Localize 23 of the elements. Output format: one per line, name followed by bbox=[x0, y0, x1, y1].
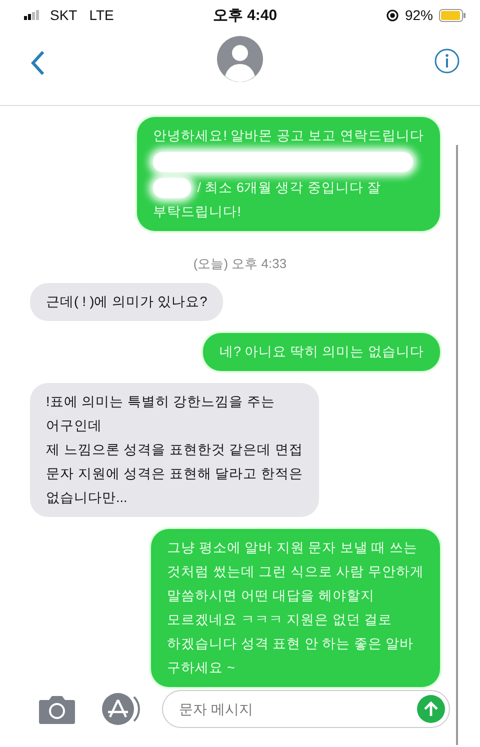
message-bubble: 네? 아니요 딱히 의미는 없습니다 bbox=[203, 333, 440, 371]
network-type: LTE bbox=[89, 7, 114, 23]
message-bubble: 근데( ! )에 의미가 있나요? bbox=[30, 283, 224, 321]
message-text: / 최소 6개월 생각 중입니다 잘 bbox=[197, 179, 382, 197]
send-button[interactable] bbox=[417, 695, 445, 723]
rotation-lock-icon bbox=[386, 8, 399, 22]
clock: 오후 4:40 bbox=[212, 6, 278, 24]
message-field[interactable]: 문자 메시지 bbox=[162, 690, 450, 728]
message-text: 안녕하세요! 알바몬 공고 보고 연락드립니다 bbox=[153, 127, 424, 145]
camera-icon[interactable] bbox=[38, 694, 76, 724]
up-arrow-icon bbox=[424, 701, 438, 717]
message-bubble: !표에 의미는 특별히 강한느낌을 주는 어구인데 제 느낌으론 성격을 표현한것 같은데 면접 문자 지원에 성격은 표현해 달라고 한적은 없습니다만... bbox=[30, 383, 319, 517]
battery-icon bbox=[439, 8, 466, 22]
message-text: 부탁드립니다! bbox=[153, 203, 241, 221]
info-icon[interactable] bbox=[434, 48, 460, 74]
redaction-blot bbox=[153, 178, 192, 198]
timestamp: (오늘) 오후 4:33 bbox=[193, 255, 287, 273]
message-text-input[interactable]: 문자 메시지 bbox=[177, 700, 417, 718]
carrier: SKT bbox=[50, 7, 78, 23]
battery-percent: 92% bbox=[404, 7, 434, 23]
message-bubble: 그냥 평소에 알바 지원 문자 보낼 때 쓰는 것처럼 썼는데 그런 식으로 사람 무안하게 말씀하시면 어떤 대답을 헤야할지 모르겠네요 ㅋㅋㅋ 지원은 없던 걸로 하겠습니다 성격 표현 안 하는 좋은 알바 구하세요 ~ bbox=[151, 529, 440, 687]
back-icon[interactable] bbox=[30, 50, 46, 76]
avatar-icon[interactable] bbox=[217, 36, 263, 82]
